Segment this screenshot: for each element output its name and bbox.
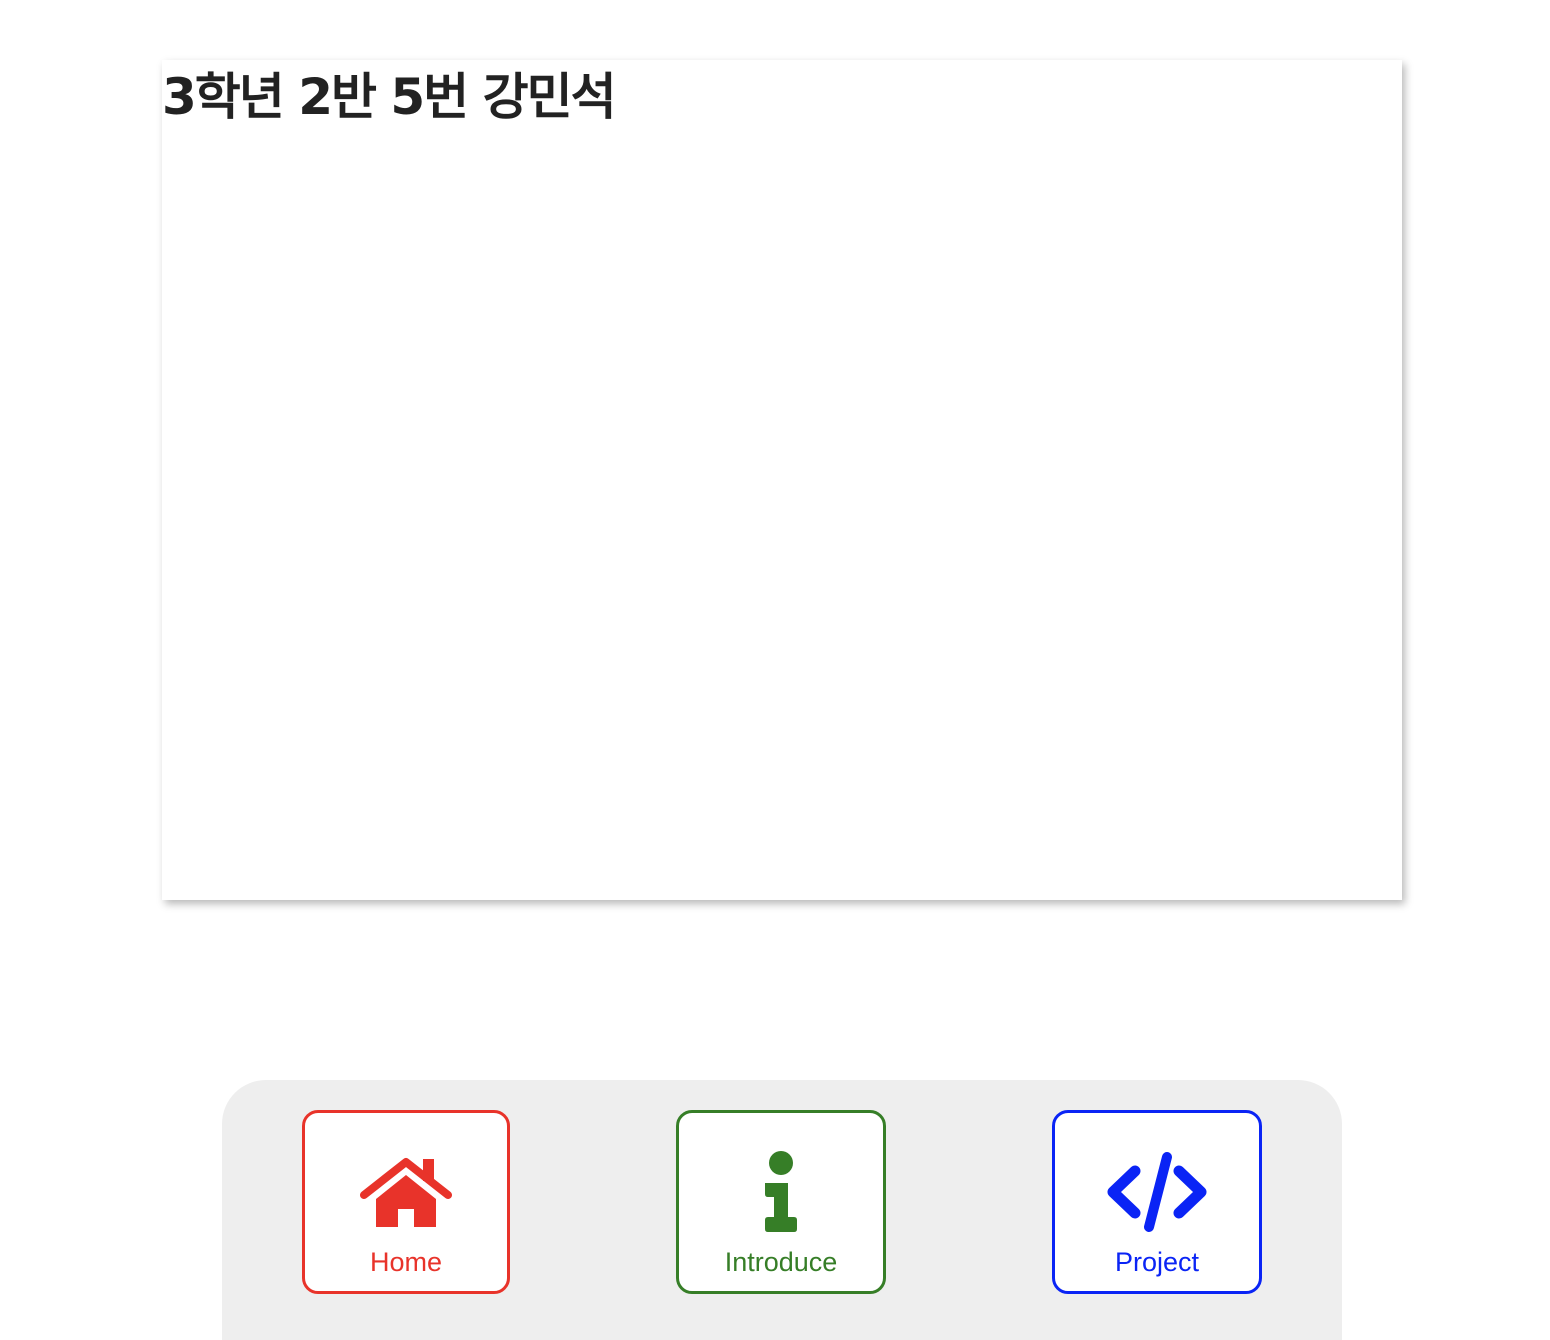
nav-introduce-button[interactable]: Introduce bbox=[676, 1110, 886, 1294]
code-icon bbox=[1055, 1149, 1259, 1235]
page-title: 3학년 2반 5번 강민석 bbox=[162, 68, 617, 126]
info-icon bbox=[679, 1149, 883, 1235]
nav-project-button[interactable]: Project bbox=[1052, 1110, 1262, 1294]
bottom-nav: Home Introduce Project bbox=[222, 1080, 1342, 1340]
nav-home-button[interactable]: Home bbox=[302, 1110, 510, 1294]
nav-introduce-label: Introduce bbox=[724, 1247, 838, 1277]
home-icon bbox=[305, 1149, 507, 1235]
nav-project-label: Project bbox=[1114, 1247, 1200, 1277]
content-card: 3학년 2반 5번 강민석 bbox=[162, 60, 1402, 900]
nav-home-label: Home bbox=[369, 1247, 443, 1277]
